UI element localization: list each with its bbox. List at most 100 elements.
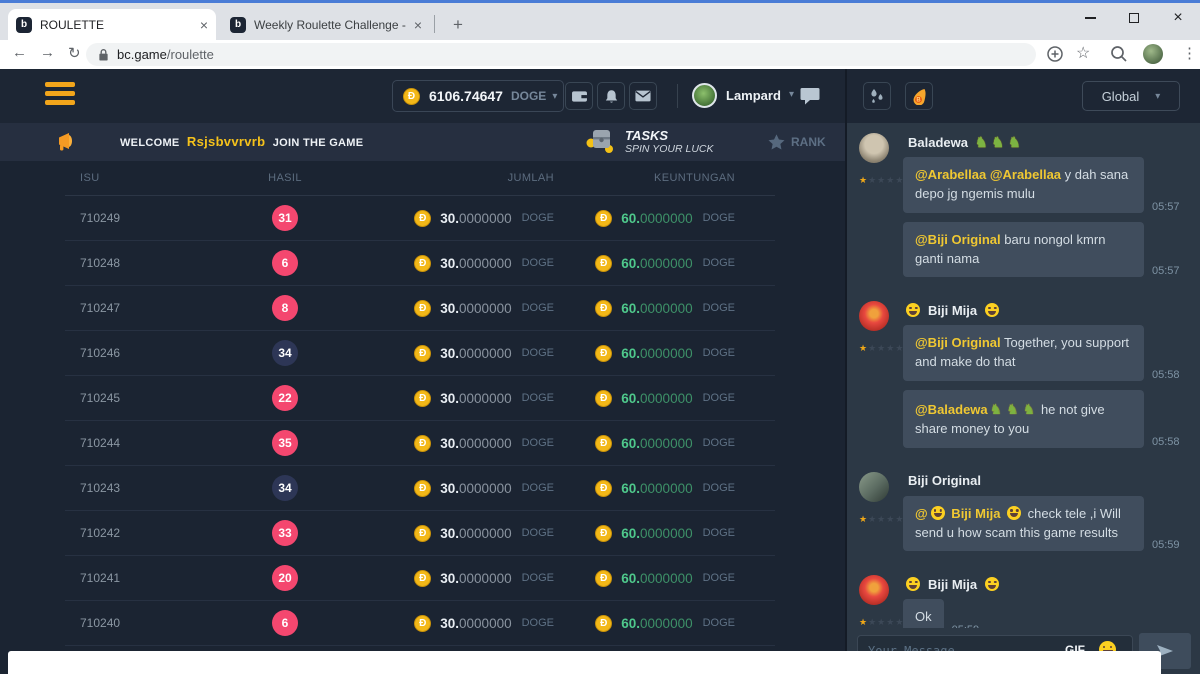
chat-timestamp: 05:57 <box>1152 201 1180 213</box>
bet-result-cell: 33 <box>225 520 345 546</box>
messages-button[interactable] <box>629 82 657 110</box>
notifications-button[interactable] <box>597 82 625 110</box>
rank-button[interactable]: RANK <box>768 134 826 150</box>
horse-emoji: ♞ <box>990 401 1003 417</box>
chat-username[interactable]: Biji Original <box>903 472 1188 490</box>
doge-coin-icon: Ð <box>414 480 431 497</box>
chat-toggle-button[interactable] <box>797 83 823 109</box>
bet-profit-value: 60. <box>621 211 640 226</box>
chevron-down-icon[interactable]: ▾ <box>789 89 794 100</box>
zoom-extension-icon[interactable] <box>1046 45 1064 63</box>
refresh-icon[interactable]: ↻ <box>68 44 81 62</box>
rank-label: RANK <box>791 135 826 149</box>
currency-label: DOGE <box>703 302 735 314</box>
table-row: 710245 22 Ð30.0000000DOGE Ð60.0000000DOG… <box>65 376 775 421</box>
doge-coin-icon: Ð <box>595 345 612 362</box>
horse-emoji: ♞ <box>992 134 1005 151</box>
speech-bubble-icon <box>800 87 820 105</box>
chat-message: @Biji Original baru nongol kmrn ganti na… <box>903 222 1188 278</box>
table-row: 710240 6 Ð30.0000000DOGE Ð60.0000000DOGE <box>65 601 775 646</box>
doge-coin-icon: Ð <box>595 435 612 452</box>
currency-label: DOGE <box>703 257 735 269</box>
username[interactable]: Lampard <box>726 88 781 103</box>
bet-amount-value: 30. <box>440 391 459 406</box>
result-number-badge: 8 <box>272 295 298 321</box>
browser-profile-avatar[interactable] <box>1143 44 1163 64</box>
chat-timestamp: 05:58 <box>1152 369 1180 381</box>
horse-emoji: ♞ <box>1023 401 1036 417</box>
back-icon[interactable]: ← <box>12 44 27 61</box>
chat-username[interactable]: Biji Mija <box>903 301 1188 319</box>
tab-strip: b ROULETTE × b Weekly Roulette Challenge… <box>0 3 1200 40</box>
bet-history-table: ISU HASIL JUMLAH KEUNTUNGAN 710249 31 Ð3… <box>65 161 775 646</box>
currency-label: DOGE <box>703 527 735 539</box>
hamburger-menu-icon[interactable] <box>45 82 75 109</box>
result-number-badge: 6 <box>272 250 298 276</box>
forward-icon[interactable]: → <box>40 44 55 61</box>
chat-user-avatar[interactable] <box>859 133 889 163</box>
tab-roulette[interactable]: b ROULETTE × <box>8 9 216 40</box>
chat-username[interactable]: Biji Mija <box>903 575 1188 593</box>
bet-profit-cell: Ð60.0000000DOGE <box>560 435 775 452</box>
bet-amount-value: 30. <box>440 346 459 361</box>
bet-issue: 710246 <box>65 346 225 360</box>
bet-profit-value: 60. <box>621 481 640 496</box>
user-avatar[interactable] <box>692 83 717 108</box>
balance-selector[interactable]: Ð 6106.74647 DOGE ▾ <box>392 80 564 112</box>
result-number-badge: 6 <box>272 610 298 636</box>
doge-coin-icon: Ð <box>414 390 431 407</box>
horse-emoji: ♞ <box>975 134 988 151</box>
bottom-overlay-strip <box>8 651 1161 674</box>
wallet-button[interactable] <box>565 82 593 110</box>
bookmark-star-icon[interactable]: ☆ <box>1076 43 1090 63</box>
user-star-rating: ★★★★★ <box>859 338 903 356</box>
chat-channel-dropdown[interactable]: Global ▾ <box>1082 81 1180 111</box>
chat-user-avatar[interactable] <box>859 575 889 605</box>
bet-issue: 710248 <box>65 256 225 270</box>
tab-weekly-challenge[interactable]: b Weekly Roulette Challenge - Win × <box>222 9 430 40</box>
chat-user-avatar[interactable] <box>859 301 889 331</box>
chat-bubble: Ok <box>903 599 944 628</box>
url-field[interactable]: bc.game/roulette <box>86 43 1036 66</box>
bet-amount-cell: Ð30.0000000DOGE <box>345 390 560 407</box>
close-button[interactable]: × <box>1156 3 1200 33</box>
bet-issue: 710241 <box>65 571 225 585</box>
doge-coin-icon: Ð <box>595 480 612 497</box>
tasks-button[interactable]: TASKS SPIN YOUR LUCK <box>585 126 714 156</box>
col-header-jumlah: JUMLAH <box>345 172 560 184</box>
chevron-down-icon: ▾ <box>552 91 557 102</box>
chat-user-avatar[interactable] <box>859 472 889 502</box>
new-tab-button[interactable]: + <box>446 13 470 37</box>
search-extension-icon[interactable] <box>1110 45 1128 63</box>
user-star-rating: ★★★★★ <box>859 612 903 628</box>
currency-label: DOGE <box>522 572 554 584</box>
chat-username[interactable]: Baladewa♞♞♞ <box>903 133 1188 151</box>
megaphone-icon <box>55 132 79 152</box>
minimize-button[interactable] <box>1068 3 1112 33</box>
doge-coin-icon: Ð <box>595 300 612 317</box>
welcome-player-name: Rsjsbvvrvrb <box>187 134 265 149</box>
tab-close-icon[interactable]: × <box>200 17 208 33</box>
balance-currency: DOGE <box>511 89 546 103</box>
tab-title: ROULETTE <box>40 18 194 32</box>
currency-label: DOGE <box>703 347 735 359</box>
currency-label: DOGE <box>522 347 554 359</box>
table-row: 710249 31 Ð30.0000000DOGE Ð60.0000000DOG… <box>65 196 775 241</box>
svg-text:B: B <box>916 97 921 103</box>
browser-menu-icon[interactable]: ⋮ <box>1182 44 1197 62</box>
main-column: Ð 6106.74647 DOGE ▾ <box>0 69 845 674</box>
doge-coin-icon: Ð <box>414 255 431 272</box>
table-body: 710249 31 Ð30.0000000DOGE Ð60.0000000DOG… <box>65 196 775 646</box>
tab-close-icon[interactable]: × <box>414 17 422 33</box>
result-number-badge: 31 <box>272 205 298 231</box>
bet-profit-value: 60. <box>621 346 640 361</box>
rain-button[interactable] <box>863 82 891 110</box>
bet-profit-value: 60. <box>621 616 640 631</box>
user-star-rating: ★★★★★ <box>859 170 903 188</box>
coin-drop-button[interactable]: B <box>905 82 933 110</box>
bet-profit-cell: Ð60.0000000DOGE <box>560 255 775 272</box>
doge-coin-icon: Ð <box>595 390 612 407</box>
bet-amount-value: 30. <box>440 526 459 541</box>
maximize-button[interactable] <box>1112 3 1156 33</box>
bet-profit-value: 60. <box>621 526 640 541</box>
